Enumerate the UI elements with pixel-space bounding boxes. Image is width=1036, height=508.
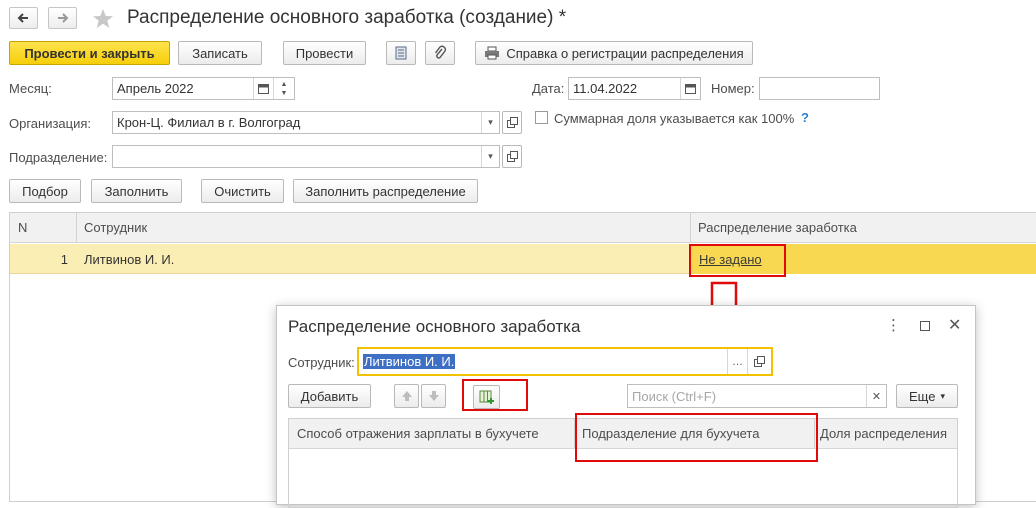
post-button[interactable]: Провести bbox=[283, 41, 366, 65]
arrow-right-icon bbox=[58, 13, 69, 23]
save-button[interactable]: Записать bbox=[178, 41, 262, 65]
column-divider bbox=[76, 213, 77, 243]
number-field[interactable] bbox=[759, 77, 880, 100]
paperclip-icon bbox=[434, 45, 446, 59]
calendar-icon bbox=[258, 84, 269, 94]
dialog-title: Распределение основного заработка bbox=[288, 317, 581, 336]
dialog-column-division[interactable]: Подразделение для бухучета bbox=[574, 419, 814, 449]
chevron-down-icon: ▾ bbox=[488, 151, 493, 161]
dialog-employee-open-button[interactable] bbox=[747, 349, 771, 374]
spin-down-icon[interactable]: ▼ bbox=[281, 89, 288, 98]
back-button[interactable] bbox=[9, 7, 38, 29]
open-form-icon bbox=[754, 356, 765, 367]
move-down-button[interactable] bbox=[421, 384, 446, 408]
dialog-column-share[interactable]: Доля распределения bbox=[814, 419, 957, 449]
chevron-down-icon: ▾ bbox=[940, 390, 945, 401]
clear-button[interactable]: Очистить bbox=[201, 179, 284, 203]
dialog-employee-label: Сотрудник: bbox=[288, 355, 355, 370]
registration-report-label: Справка о регистрации распределения bbox=[506, 45, 744, 61]
forward-button[interactable] bbox=[48, 7, 77, 29]
spin-up-icon[interactable]: ▲ bbox=[281, 80, 288, 89]
arrow-left-icon bbox=[17, 13, 28, 23]
organization-label: Организация: bbox=[9, 116, 92, 131]
fill-button[interactable]: Заполнить bbox=[91, 179, 182, 203]
number-label: Номер: bbox=[711, 81, 755, 96]
fill-distribution-button[interactable]: Заполнить распределение bbox=[293, 179, 478, 203]
column-divider bbox=[814, 419, 815, 449]
column-header-distribution[interactable]: Распределение заработка bbox=[690, 213, 1036, 243]
date-value: 11.04.2022 bbox=[573, 81, 638, 96]
date-field[interactable]: 11.04.2022 bbox=[568, 77, 701, 100]
month-field[interactable]: Апрель 2022 ▲ ▼ bbox=[112, 77, 295, 100]
add-column-button[interactable] bbox=[473, 385, 500, 409]
row-employee: Литвинов И. И. bbox=[84, 252, 175, 267]
calendar-icon bbox=[685, 84, 696, 94]
column-header-n[interactable]: N bbox=[10, 213, 76, 243]
dialog-search-input[interactable]: Поиск (Ctrl+F) ✕ bbox=[627, 384, 887, 408]
total-share-checkbox[interactable] bbox=[535, 111, 548, 124]
document-list-icon bbox=[395, 46, 407, 60]
dialog-more-icon[interactable]: ⋮ bbox=[886, 316, 901, 334]
column-header-employee[interactable]: Сотрудник bbox=[76, 213, 690, 243]
dialog-more-button[interactable]: Еще ▾ bbox=[896, 384, 958, 408]
dialog-employee-select-button[interactable]: … bbox=[727, 349, 747, 374]
dialog-employee-value: Литвинов И. И. bbox=[363, 354, 456, 369]
star-icon[interactable] bbox=[92, 8, 114, 30]
help-icon[interactable]: ? bbox=[801, 110, 809, 125]
division-field[interactable]: ▾ bbox=[112, 145, 500, 168]
dialog-maximize-icon[interactable] bbox=[920, 321, 930, 331]
month-label: Месяц: bbox=[9, 81, 52, 96]
search-clear-icon[interactable]: ✕ bbox=[866, 385, 886, 407]
arrow-up-icon bbox=[401, 391, 412, 401]
column-divider bbox=[690, 213, 691, 243]
month-spinner[interactable]: ▲ ▼ bbox=[273, 78, 294, 99]
division-open-button[interactable] bbox=[502, 145, 522, 168]
chevron-down-icon: ▾ bbox=[488, 117, 493, 127]
post-and-close-button[interactable]: Провести и закрыть bbox=[9, 41, 170, 65]
month-value: Апрель 2022 bbox=[117, 81, 194, 96]
dialog-close-icon[interactable]: ✕ bbox=[948, 315, 961, 335]
organization-dropdown-button[interactable]: ▾ bbox=[481, 112, 499, 133]
printer-icon bbox=[485, 46, 500, 60]
calendar-button[interactable] bbox=[253, 78, 273, 99]
attachments-button[interactable] bbox=[425, 41, 455, 65]
organization-field[interactable]: Крон-Ц. Филиал в г. Волгоград ▾ bbox=[112, 111, 500, 134]
dialog-add-button[interactable]: Добавить bbox=[288, 384, 371, 408]
organization-value: Крон-Ц. Филиал в г. Волгоград bbox=[117, 115, 301, 130]
date-calendar-button[interactable] bbox=[680, 78, 700, 99]
open-form-icon bbox=[506, 117, 518, 128]
registration-report-button[interactable]: Справка о регистрации распределения bbox=[475, 41, 753, 65]
division-dropdown-button[interactable]: ▾ bbox=[481, 146, 499, 167]
column-divider bbox=[574, 419, 575, 449]
move-up-button[interactable] bbox=[394, 384, 419, 408]
page-title: Распределение основного заработка (созда… bbox=[127, 7, 567, 28]
dialog-employee-field[interactable]: Литвинов И. И. … bbox=[357, 347, 773, 376]
organization-open-button[interactable] bbox=[502, 111, 522, 134]
division-label: Подразделение: bbox=[9, 150, 108, 165]
row-number: 1 bbox=[60, 252, 68, 267]
open-form-icon bbox=[506, 151, 518, 162]
dialog-search-placeholder: Поиск (Ctrl+F) bbox=[632, 388, 717, 404]
dialog-column-method[interactable]: Способ отражения зарплаты в бухучете bbox=[289, 419, 574, 449]
date-label: Дата: bbox=[532, 81, 565, 96]
report-list-button[interactable] bbox=[386, 41, 416, 65]
total-share-label: Суммарная доля указывается как 100% bbox=[554, 111, 795, 126]
table-add-icon bbox=[479, 390, 494, 404]
arrow-down-icon bbox=[428, 391, 439, 401]
pick-button[interactable]: Подбор bbox=[9, 179, 81, 203]
distribution-link[interactable]: Не задано bbox=[699, 252, 762, 267]
dialog-more-label: Еще bbox=[909, 388, 936, 404]
